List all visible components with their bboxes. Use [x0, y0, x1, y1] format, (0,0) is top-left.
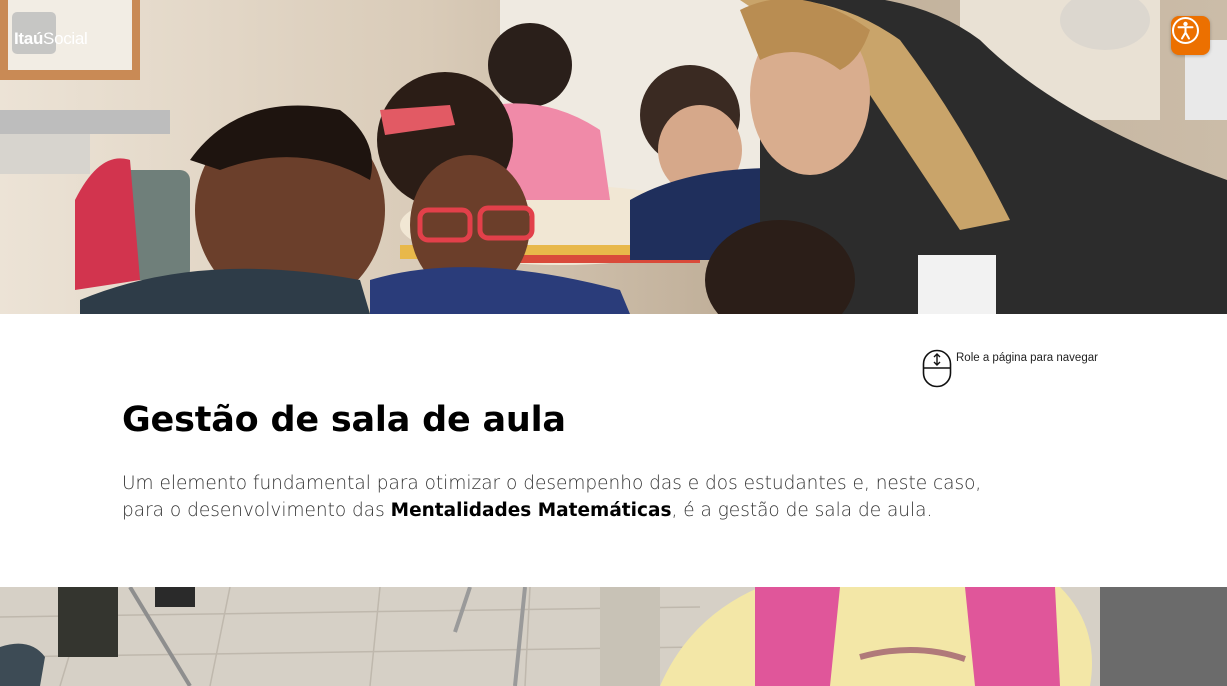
classroom-floor-photo [0, 587, 1227, 686]
logo-text-light: Social [43, 29, 88, 48]
bottom-image [0, 587, 1227, 686]
intro-paragraph: Um elemento fundamental para otimizar o … [122, 470, 1022, 524]
logo[interactable]: ItaúSocial [12, 12, 88, 54]
intro-text-bold: Mentalidades Matemáticas [390, 500, 672, 521]
logo-text: ItaúSocial [14, 29, 88, 49]
logo-text-bold: Itaú [14, 29, 44, 48]
accessibility-button[interactable] [1171, 16, 1210, 55]
scroll-hint-text: Role a página para navegar [956, 352, 1098, 364]
hero-image: ItaúSocial [0, 0, 1227, 314]
mouse-scroll-icon [922, 349, 952, 388]
intro-text-part2: , é a gestão de sala de aula. [671, 500, 933, 521]
page-title: Gestão de sala de aula [122, 400, 566, 440]
classroom-photo [0, 0, 1227, 314]
scroll-hint: Role a página para navegar [922, 349, 1098, 389]
accessibility-icon [1172, 17, 1199, 44]
